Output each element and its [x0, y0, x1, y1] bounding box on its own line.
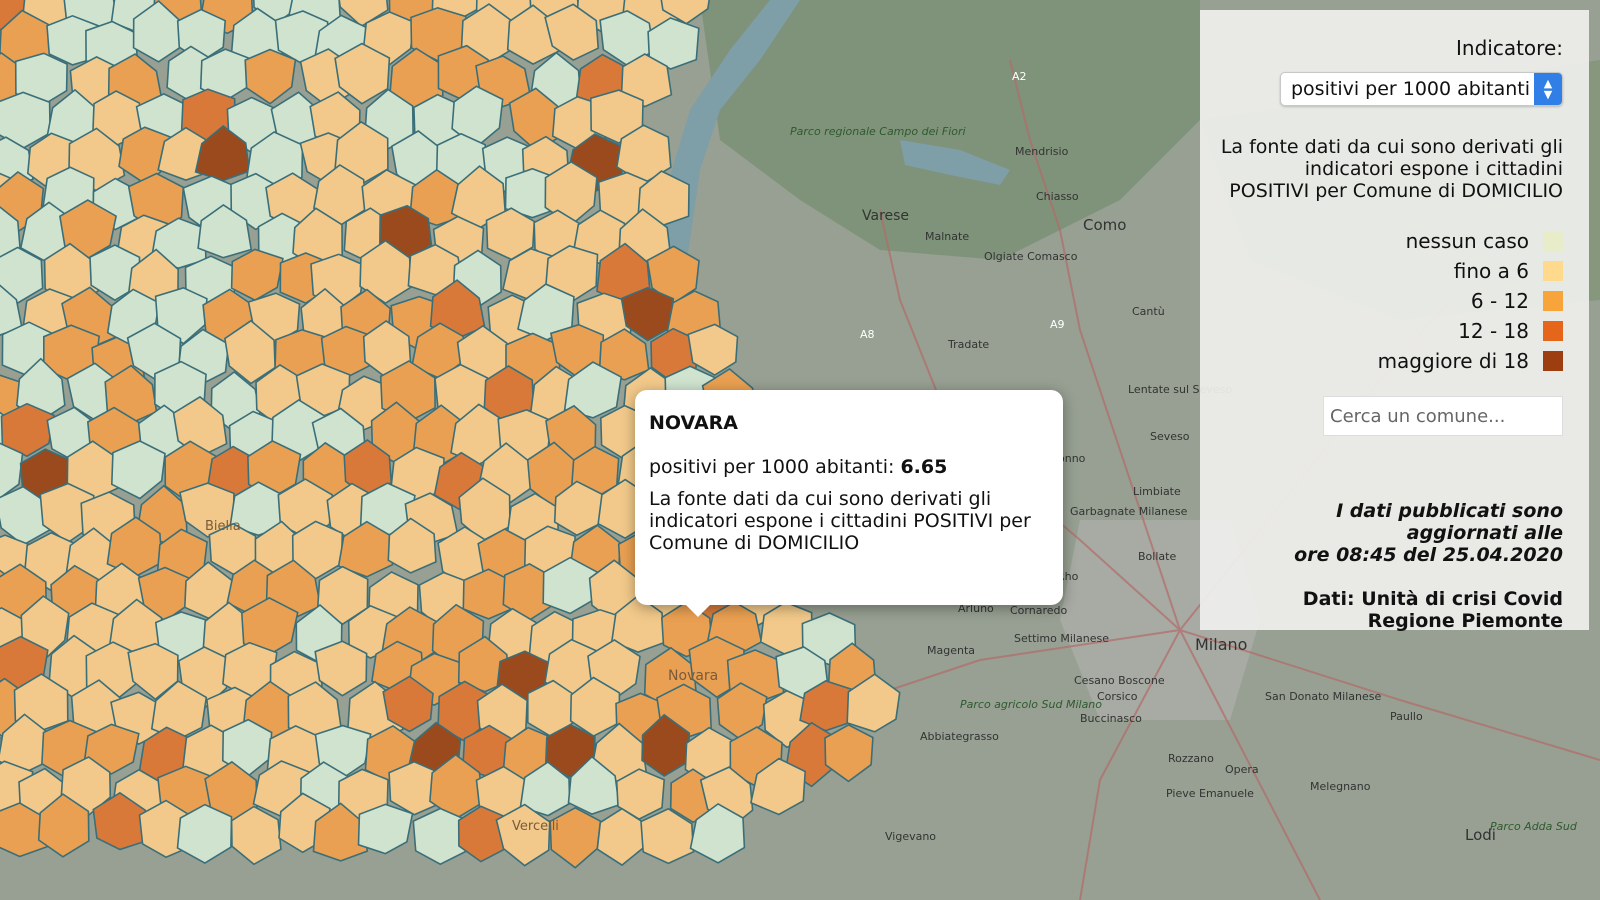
map-label-varese: Varese [862, 208, 909, 224]
search-wrap [1220, 396, 1563, 436]
map-label-malnate: Malnate [925, 230, 969, 243]
map-label-buccinasco: Buccinasco [1080, 712, 1142, 725]
map-label-magenta: Magenta [927, 644, 975, 657]
map-label-opera: Opera [1225, 763, 1259, 776]
legend-label: fino a 6 [1453, 259, 1529, 283]
map-label-biella: Biella [205, 519, 241, 534]
info-panel: Indicatore: positivi per 1000 abitanti ▲… [1200, 10, 1589, 632]
comune-popup: NOVARA positivi per 1000 abitanti: 6.65 … [635, 390, 1063, 617]
popup-title: NOVARA [649, 412, 738, 434]
legend-item: nessun caso [1220, 226, 1563, 256]
map-label-parco-campo: Parco regionale Campo dei Fiori [790, 125, 966, 138]
map-label-sesto: Settimo Milanese [1014, 632, 1109, 645]
map-label-rozzano: Rozzano [1168, 752, 1214, 765]
legend-swatch [1543, 321, 1563, 341]
map-label-pieve: Pieve Emanuele [1166, 787, 1254, 800]
legend: nessun caso fino a 6 6 - 12 12 - 18 maggiore… [1220, 226, 1563, 376]
map-label-melegnano: Melegnano [1310, 780, 1371, 793]
map-label-paullo: Paullo [1390, 710, 1423, 723]
legend-label: 12 - 18 [1458, 319, 1529, 343]
map-label-a8: A8 [860, 328, 875, 341]
map-label-garbagnate: Garbagnate Milanese [1070, 505, 1188, 518]
legend-label: maggiore di 18 [1377, 349, 1529, 373]
map-label-corsico: Corsico [1097, 690, 1138, 703]
map-label-san-donato: San Donato Milanese [1265, 690, 1381, 703]
update-line-2: ore 08:45 del 25.04.2020 [1294, 544, 1563, 566]
legend-swatch [1543, 351, 1563, 371]
popup-value-number: 6.65 [900, 456, 948, 478]
map-label-limbiate: Limbiate [1133, 485, 1181, 498]
legend-label: nessun caso [1405, 229, 1529, 253]
map-label-bollate: Bollate [1138, 550, 1176, 563]
map-label-tradate: Tradate [947, 338, 989, 351]
legend-label: 6 - 12 [1470, 289, 1529, 313]
map-label-como: Como [1083, 216, 1126, 234]
legend-item: fino a 6 [1220, 256, 1563, 286]
map-label-milano: Milano [1195, 635, 1247, 654]
popup-tip [685, 604, 711, 617]
popup-value: positivi per 1000 abitanti: 6.65 [649, 456, 1049, 478]
popup-value-label: positivi per 1000 abitanti: [649, 456, 901, 478]
map-label-seveso: Seveso [1150, 430, 1190, 443]
legend-swatch [1543, 261, 1563, 281]
legend-item: maggiore di 18 [1220, 346, 1563, 376]
indicator-label: Indicatore: [1456, 36, 1563, 60]
search-input[interactable] [1323, 396, 1563, 436]
map-label-mendrisio: Mendrisio [1015, 145, 1069, 158]
legend-item: 12 - 18 [1220, 316, 1563, 346]
source-line-2: Regione Piemonte [1367, 610, 1563, 632]
popup-note: La fonte dati da cui sono derivati gli i… [649, 488, 1031, 554]
legend-swatch [1543, 291, 1563, 311]
map-label-chiasso: Chiasso [1036, 190, 1079, 203]
map-label-olgiate: Olgiate Comasco [984, 250, 1078, 263]
map-label-vercelli: Vercelli [512, 819, 559, 834]
indicator-select[interactable]: positivi per 1000 abitanti ▲ ▼ [1280, 72, 1563, 106]
update-note: I dati pubblicati sono aggiornati alle o… [1220, 500, 1563, 566]
map-label-a9: A9 [1050, 318, 1065, 331]
data-source: Dati: Unità di crisi Covid Regione Piemo… [1220, 588, 1563, 632]
map-label-abbiategrasso: Abbiategrasso [920, 730, 999, 743]
map-label-fiori-lodi: Parco Adda Sud [1490, 820, 1578, 833]
select-arrows-icon: ▲ ▼ [1534, 73, 1562, 105]
map-label-cornaredo: Cornaredo [1010, 604, 1067, 617]
source-line-1: Dati: Unità di crisi Covid [1302, 588, 1563, 610]
map-label-cantu: Cantù [1132, 305, 1165, 318]
map-label-cesano: Cesano Boscone [1074, 674, 1165, 687]
source-note: La fonte dati da cui sono derivati gli i… [1220, 136, 1563, 202]
legend-item: 6 - 12 [1220, 286, 1563, 316]
map-label-parco-sud: Parco agricolo Sud Milano [960, 698, 1102, 711]
map-label-vigevano: Vigevano [885, 830, 936, 843]
legend-swatch [1543, 231, 1563, 251]
update-line-1: I dati pubblicati sono aggiornati alle [1336, 500, 1563, 544]
indicator-select-value: positivi per 1000 abitanti [1291, 78, 1530, 100]
map-label-a2: A2 [1012, 70, 1027, 83]
map-label-novara: Novara [668, 668, 718, 684]
